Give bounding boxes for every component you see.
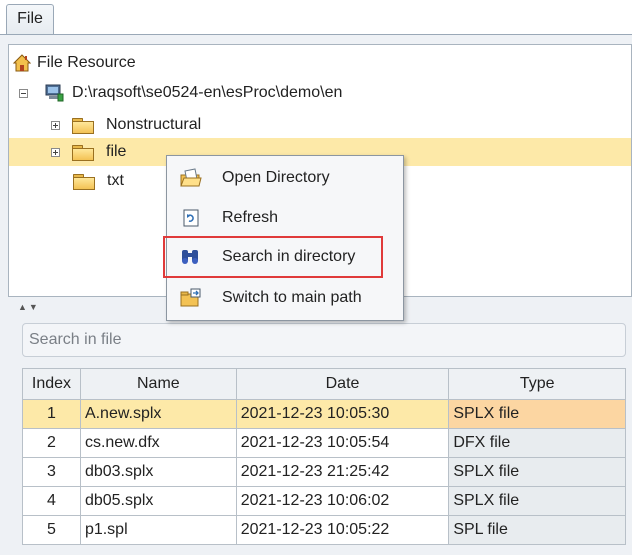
cell-index: 3 <box>22 457 81 487</box>
folder-icon <box>73 173 95 190</box>
open-folder-icon <box>179 167 203 189</box>
tree-root[interactable]: File Resource <box>12 49 136 77</box>
cell-name: p1.spl <box>79 515 237 545</box>
expand-icon[interactable] <box>51 147 60 157</box>
column-header-name[interactable]: Name <box>79 368 237 400</box>
menu-item-search-in-directory[interactable]: Search in directory <box>163 236 383 278</box>
cell-date: 2021-12-23 10:05:22 <box>235 515 450 545</box>
cell-type: SPLX file <box>448 399 626 429</box>
tree-folder-label: Nonstructural <box>106 116 202 133</box>
menu-item-refresh[interactable]: Refresh <box>167 198 403 238</box>
search-input[interactable] <box>22 323 626 357</box>
table-row[interactable]: 5 p1.spl 2021-12-23 10:05:22 SPL file <box>22 515 626 545</box>
table-row[interactable]: 4 db05.splx 2021-12-23 10:06:02 SPLX fil… <box>22 486 626 516</box>
tree-folder-txt[interactable]: txt <box>73 167 124 195</box>
menu-item-open-directory[interactable]: Open Directory <box>167 158 403 198</box>
cell-index: 1 <box>22 399 81 429</box>
cell-index: 2 <box>22 428 81 458</box>
tab-strip: File <box>0 0 632 35</box>
cell-date: 2021-12-23 21:25:42 <box>235 457 450 487</box>
cell-date: 2021-12-23 10:05:54 <box>235 428 450 458</box>
column-header-index[interactable]: Index <box>22 368 81 400</box>
home-icon <box>12 54 32 72</box>
tab-file[interactable]: File <box>6 4 54 35</box>
computer-icon <box>44 84 64 102</box>
switch-path-icon <box>179 287 203 309</box>
cell-date: 2021-12-23 10:05:30 <box>235 399 450 429</box>
menu-item-switch-to-main-path[interactable]: Switch to main path <box>167 278 403 318</box>
tree-path-label: D:\raqsoft\se0524-en\esProc\demo\en <box>72 84 343 101</box>
cell-date: 2021-12-23 10:06:02 <box>235 486 450 516</box>
menu-item-label: Switch to main path <box>222 289 362 306</box>
cell-index: 4 <box>22 486 81 516</box>
refresh-icon <box>179 207 203 229</box>
context-menu: Open Directory Refresh Search in directo… <box>163 155 404 321</box>
cell-name: db03.splx <box>79 457 237 487</box>
cell-name: db05.splx <box>79 486 237 516</box>
column-header-date[interactable]: Date <box>235 368 450 400</box>
folder-icon <box>72 144 94 161</box>
cell-name: A.new.splx <box>79 399 237 429</box>
binoculars-icon <box>179 246 203 268</box>
file-table: Index Name Date Type 1 A.new.splx 2021-1… <box>22 368 626 545</box>
tree-path[interactable]: D:\raqsoft\se0524-en\esProc\demo\en <box>19 79 342 107</box>
tree-folder-label: file <box>106 143 127 160</box>
cell-name: cs.new.dfx <box>79 428 237 458</box>
tree-folder-label: txt <box>107 172 124 189</box>
cell-type: SPL file <box>448 515 626 545</box>
table-row[interactable]: 3 db03.splx 2021-12-23 21:25:42 SPLX fil… <box>22 457 626 487</box>
collapse-icon[interactable] <box>19 88 28 98</box>
expand-icon[interactable] <box>51 120 60 130</box>
table-row[interactable]: 1 A.new.splx 2021-12-23 10:05:30 SPLX fi… <box>22 399 626 429</box>
menu-item-label: Search in directory <box>222 248 356 265</box>
column-header-type[interactable]: Type <box>448 368 626 400</box>
cell-type: SPLX file <box>448 457 626 487</box>
folder-icon <box>72 117 94 134</box>
splitter-handle[interactable]: ▲▼ <box>18 302 58 314</box>
menu-item-label: Refresh <box>222 209 279 226</box>
cell-type: SPLX file <box>448 486 626 516</box>
table-header-row: Index Name Date Type <box>22 368 626 400</box>
menu-item-label: Open Directory <box>222 169 330 186</box>
cell-type: DFX file <box>448 428 626 458</box>
tree-root-label: File Resource <box>37 54 136 71</box>
table-row[interactable]: 2 cs.new.dfx 2021-12-23 10:05:54 DFX fil… <box>22 428 626 458</box>
cell-index: 5 <box>22 515 81 545</box>
tree-folder-nonstructural[interactable]: Nonstructural <box>51 111 201 139</box>
